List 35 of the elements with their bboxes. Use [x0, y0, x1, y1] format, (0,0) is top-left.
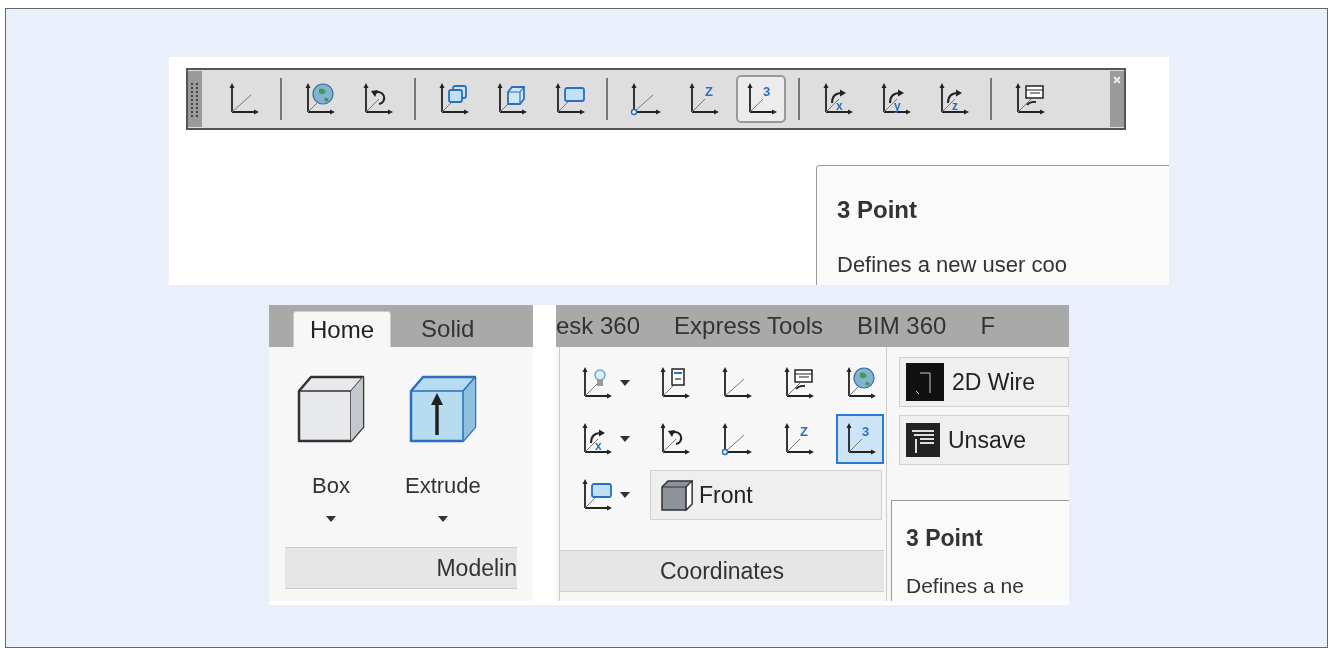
wireframe-icon — [906, 363, 944, 401]
ribbon-tab[interactable]: Solid — [413, 311, 483, 347]
ribbon-tab[interactable]: Express Tools — [674, 308, 824, 344]
ribbon-tab[interactable]: Home — [293, 311, 392, 347]
tooltip-description: Defines a new user coo — [837, 251, 1068, 279]
toolbar-button[interactable]: y — [870, 75, 920, 123]
panel-title: Coordinates — [660, 556, 784, 586]
ribbon-button[interactable]: Z — [774, 414, 822, 464]
tooltip-description: Defines a ne — [906, 572, 1025, 599]
tooltip-title: 3 Point — [906, 524, 984, 553]
dropdown-button[interactable]: x — [572, 414, 636, 464]
caret-icon — [326, 516, 336, 522]
tooltip-title: 3 Point — [837, 195, 918, 225]
ribbon-button[interactable]: Extrude — [405, 373, 481, 522]
view-dropdown[interactable]: Front — [650, 470, 882, 520]
ribbon-tab[interactable]: BIM 360 — [857, 308, 947, 344]
toolbar-button[interactable]: z — [928, 75, 978, 123]
ribbon-tab[interactable]: esk 360 — [556, 308, 641, 344]
caret-icon — [437, 516, 448, 522]
ribbon-button[interactable]: 2D Wire — [899, 357, 1069, 407]
caret-icon — [620, 436, 630, 442]
panel-title: Modelin — [436, 553, 517, 583]
ribbon-tab[interactable]: F — [980, 308, 996, 344]
ribbon-button[interactable]: Box — [295, 373, 367, 522]
window-icon — [906, 423, 940, 457]
ribbon-button[interactable]: 3 — [836, 414, 884, 464]
grip-handle-icon[interactable] — [188, 71, 202, 127]
ribbon-button[interactable]: Unsave — [899, 415, 1069, 465]
cube-icon — [659, 477, 695, 513]
caret-icon — [620, 492, 630, 498]
caret-icon — [620, 380, 630, 386]
toolbar-button[interactable]: x — [812, 75, 862, 123]
toolbar-button[interactable]: 3 — [736, 75, 786, 123]
cube-icon — [295, 373, 367, 445]
toolbar-button[interactable]: Z — [678, 75, 728, 123]
